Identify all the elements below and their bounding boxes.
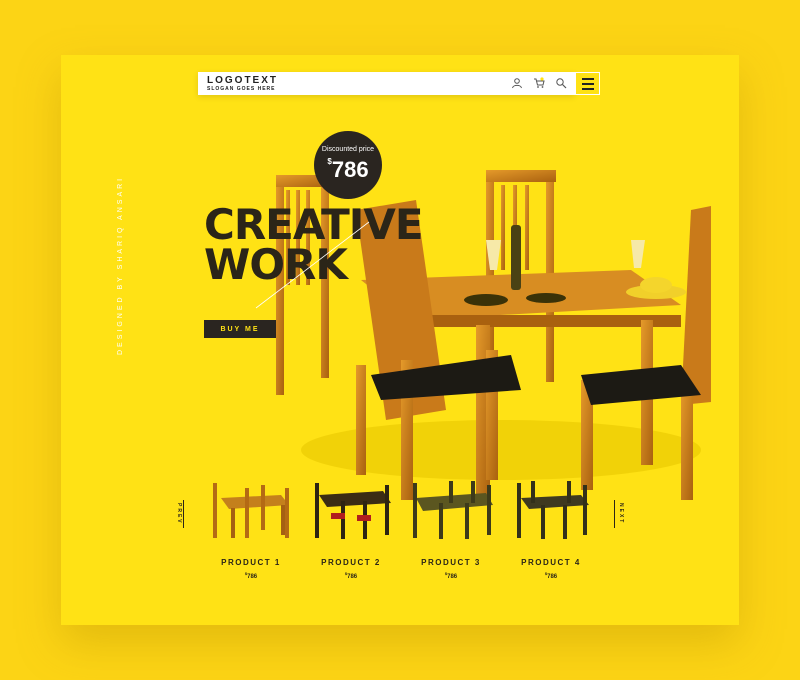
logo-text[interactable]: LOGOTEXT (207, 75, 278, 86)
product-4-image (517, 481, 589, 539)
product-price-amount: 786 (547, 574, 558, 580)
diagonal-accent-line (255, 221, 370, 309)
buy-me-button[interactable]: BUY ME (204, 320, 276, 338)
menu-icon-bar (581, 77, 594, 80)
product-price: $786 (396, 571, 506, 580)
product-name: PRODUCT 1 (221, 558, 281, 567)
prev-button[interactable]: PREV (176, 503, 182, 525)
prev-divider (183, 500, 184, 528)
product-card-3[interactable]: PRODUCT 3 $786 (396, 473, 506, 583)
hero-card: LOGOTEXT SLOGAN GOES HERE DESIGNED BY SH… (61, 55, 739, 625)
search-icon[interactable] (555, 77, 567, 89)
product-price-amount: 786 (347, 574, 358, 580)
menu-icon-bar (581, 87, 594, 90)
product-card-2[interactable]: PRODUCT 2 $786 (296, 473, 406, 583)
cart-icon[interactable] (533, 77, 545, 89)
designer-credit: DESIGNED BY SHARIQ ANSARI (117, 175, 124, 355)
product-price-amount: 786 (247, 574, 258, 580)
next-button[interactable]: NEXT (618, 503, 624, 524)
product-price: $786 (496, 571, 606, 580)
product-3-image (413, 481, 493, 539)
top-navbar: LOGOTEXT SLOGAN GOES HERE (198, 72, 575, 95)
menu-button[interactable] (575, 72, 600, 95)
next-divider (614, 500, 615, 528)
product-name: PRODUCT 2 (321, 558, 381, 567)
user-icon[interactable] (511, 77, 523, 89)
product-name: PRODUCT 4 (521, 558, 581, 567)
product-price: $786 (296, 571, 406, 580)
product-card-1[interactable]: PRODUCT 1 $786 (196, 473, 306, 583)
menu-icon-bar (581, 82, 594, 85)
price-label: Discounted price (321, 146, 375, 153)
price-value: $786 (314, 157, 382, 183)
product-price: $786 (196, 571, 306, 580)
price-amount: 786 (331, 157, 369, 182)
product-price-amount: 786 (447, 574, 458, 580)
product-1-image (213, 483, 289, 538)
logo-slogan: SLOGAN GOES HERE (207, 86, 276, 92)
product-name: PRODUCT 3 (421, 558, 481, 567)
discounted-price-badge: Discounted price $786 (314, 131, 382, 199)
product-card-4[interactable]: PRODUCT 4 $786 (496, 473, 606, 583)
product-2-image (315, 483, 391, 539)
